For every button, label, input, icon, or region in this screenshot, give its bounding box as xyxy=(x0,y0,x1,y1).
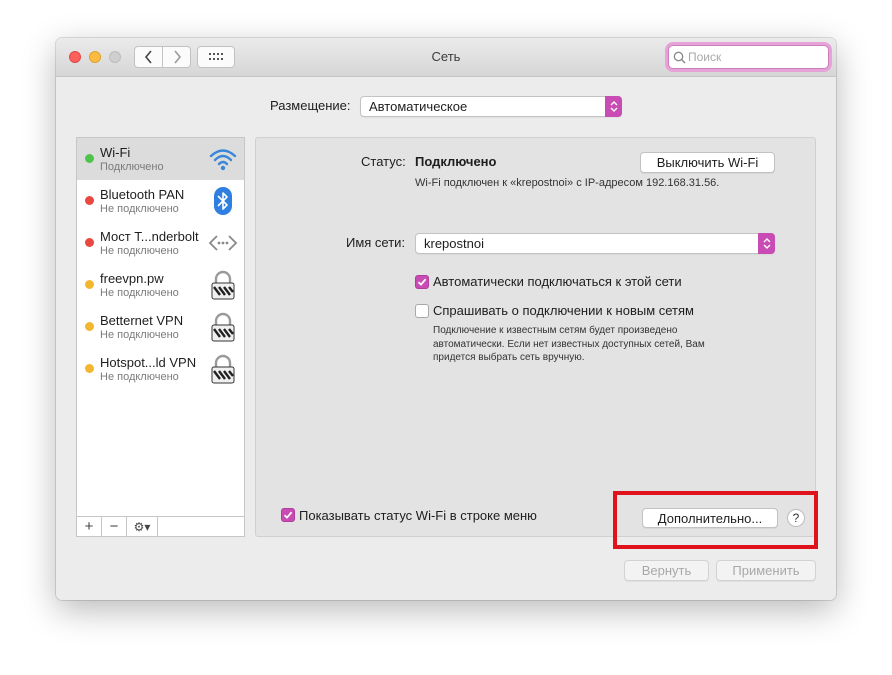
checkmark-icon xyxy=(417,278,427,286)
service-name: freevpn.pw xyxy=(100,271,164,286)
status-dot xyxy=(85,154,94,163)
service-status: Подключено xyxy=(100,161,164,173)
service-list-toolbar: + − ⚙▾ xyxy=(76,516,245,537)
ask-join-label: Спрашивать о подключении к новым сетям xyxy=(433,303,694,318)
apply-button[interactable]: Применить xyxy=(716,560,816,581)
service-list: Wi-Fi Подключено Bluetooth PAN Не подклю… xyxy=(76,137,245,537)
wifi-icon xyxy=(209,149,237,171)
service-name: Hotspot...ld VPN xyxy=(100,355,197,370)
wifi-settings-panel xyxy=(255,137,816,537)
auto-join-label: Автоматически подключаться к этой сети xyxy=(433,274,682,289)
service-status: Не подключено xyxy=(100,245,179,257)
show-wifi-status-label: Показывать статус Wi-Fi в строке меню xyxy=(299,508,537,523)
show-wifi-status-checkbox[interactable] xyxy=(281,508,295,522)
thunderbolt-bridge-icon xyxy=(208,235,238,251)
ask-join-note-line: автоматически. Если нет известных доступ… xyxy=(433,339,705,350)
location-value: Автоматическое xyxy=(369,99,468,114)
vpn-lock-icon xyxy=(211,354,235,384)
search-icon xyxy=(673,51,686,63)
status-dot xyxy=(85,238,94,247)
ask-join-note-line: придется выбрать сеть вручную. xyxy=(433,352,585,363)
service-item-thunderbolt-bridge[interactable]: Мост T...nderbolt Не подключено xyxy=(77,222,244,264)
service-item-hotspot-vpn[interactable]: Hotspot...ld VPN Не подключено xyxy=(77,348,244,390)
status-dot xyxy=(85,364,94,373)
search-input[interactable] xyxy=(686,49,820,65)
highlight-box xyxy=(613,491,818,549)
network-name-popup[interactable]: krepostnoi xyxy=(415,233,775,254)
add-service-button[interactable]: + xyxy=(77,517,102,536)
location-label: Размещение: xyxy=(270,98,351,113)
remove-service-button[interactable]: − xyxy=(102,517,127,536)
gear-menu-button[interactable]: ⚙▾ xyxy=(127,517,158,536)
service-name: Bluetooth PAN xyxy=(100,187,185,202)
network-name-value: krepostnoi xyxy=(424,236,484,251)
revert-button[interactable]: Вернуть xyxy=(624,560,709,581)
service-item-betternet-vpn[interactable]: Betternet VPN Не подключено xyxy=(77,306,244,348)
status-dot xyxy=(85,322,94,331)
popup-arrows-icon xyxy=(758,233,775,254)
vpn-lock-icon xyxy=(211,312,235,342)
popup-arrows-icon xyxy=(605,96,622,117)
checkmark-icon xyxy=(283,511,293,519)
status-dot xyxy=(85,280,94,289)
service-status: Не подключено xyxy=(100,287,179,299)
service-item-freevpn[interactable]: freevpn.pw Не подключено xyxy=(77,264,244,306)
vpn-lock-icon xyxy=(211,270,235,300)
bluetooth-icon xyxy=(214,187,232,215)
auto-join-checkbox[interactable] xyxy=(415,275,429,289)
turn-off-wifi-button[interactable]: Выключить Wi-Fi xyxy=(640,152,775,173)
network-preferences-window: Сеть Размещение: Автоматическое Wi-Fi По… xyxy=(56,38,836,600)
service-name: Wi-Fi xyxy=(100,145,131,160)
location-popup[interactable]: Автоматическое xyxy=(360,96,622,117)
title-bar: Сеть xyxy=(56,38,836,77)
status-detail: Wi-Fi подключен к «krepostnoi» с IP-адре… xyxy=(415,177,720,189)
service-name: Betternet VPN xyxy=(100,313,184,328)
ask-join-checkbox[interactable] xyxy=(415,304,429,318)
service-name: Мост T...nderbolt xyxy=(100,229,199,244)
service-status: Не подключено xyxy=(100,203,179,215)
search-field[interactable] xyxy=(668,45,829,69)
status-value: Подключено xyxy=(415,154,497,169)
service-status: Не подключено xyxy=(100,371,179,383)
status-label: Статус: xyxy=(361,154,406,169)
service-item-bluetooth-pan[interactable]: Bluetooth PAN Не подключено xyxy=(77,180,244,222)
ask-join-note-line: Подключение к известным сетям будет прои… xyxy=(433,325,678,336)
status-dot xyxy=(85,196,94,205)
service-status: Не подключено xyxy=(100,329,179,341)
service-item-wifi[interactable]: Wi-Fi Подключено xyxy=(77,138,244,180)
network-name-label: Имя сети: xyxy=(346,235,406,250)
